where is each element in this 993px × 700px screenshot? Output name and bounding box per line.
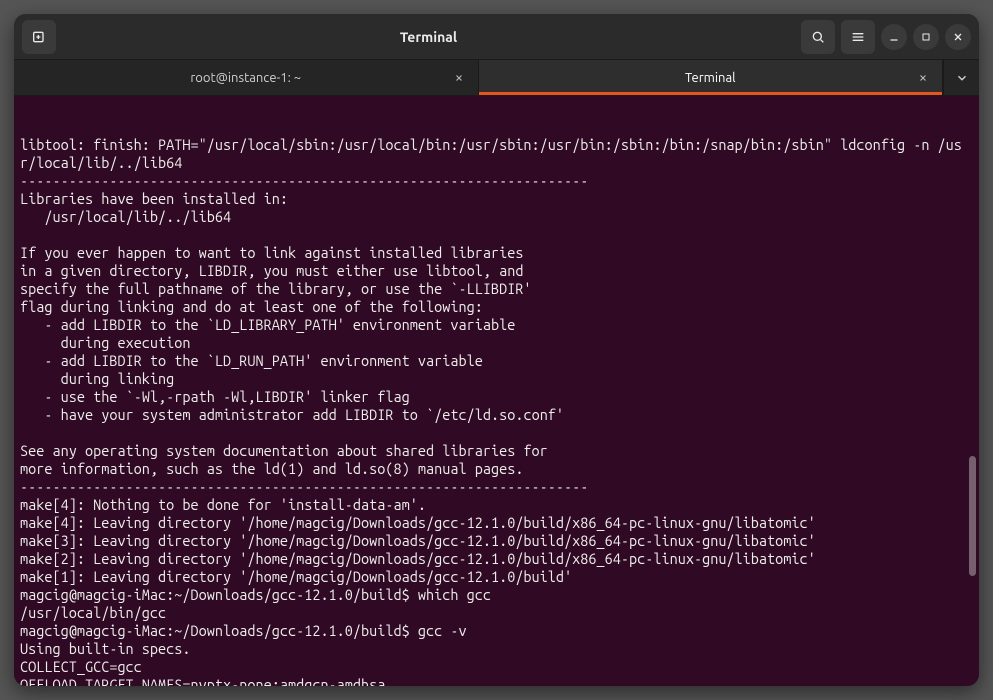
scrollbar-thumb[interactable] bbox=[969, 456, 976, 576]
tab-root-instance[interactable]: root@instance-1: ~ bbox=[14, 60, 479, 95]
search-button[interactable] bbox=[801, 20, 835, 54]
terminal-output: libtool: finish: PATH="/usr/local/sbin:/… bbox=[20, 136, 973, 686]
terminal-window: Terminal root@ bbox=[14, 14, 979, 686]
tab-close-icon[interactable] bbox=[450, 69, 468, 87]
window-title: Terminal bbox=[56, 29, 801, 45]
maximize-button[interactable] bbox=[913, 24, 939, 50]
tab-overflow-button[interactable] bbox=[943, 60, 979, 95]
minimize-button[interactable] bbox=[881, 24, 907, 50]
new-tab-button[interactable] bbox=[22, 20, 56, 54]
tab-close-icon[interactable] bbox=[914, 69, 932, 87]
tab-label: Terminal bbox=[685, 71, 736, 85]
terminal-body[interactable]: libtool: finish: PATH="/usr/local/sbin:/… bbox=[14, 96, 979, 686]
tab-bar: root@instance-1: ~ Terminal bbox=[14, 60, 979, 96]
tab-label: root@instance-1: ~ bbox=[190, 71, 301, 85]
close-button[interactable] bbox=[945, 24, 971, 50]
titlebar: Terminal bbox=[14, 14, 979, 60]
tab-terminal[interactable]: Terminal bbox=[479, 60, 944, 95]
menu-button[interactable] bbox=[841, 20, 875, 54]
